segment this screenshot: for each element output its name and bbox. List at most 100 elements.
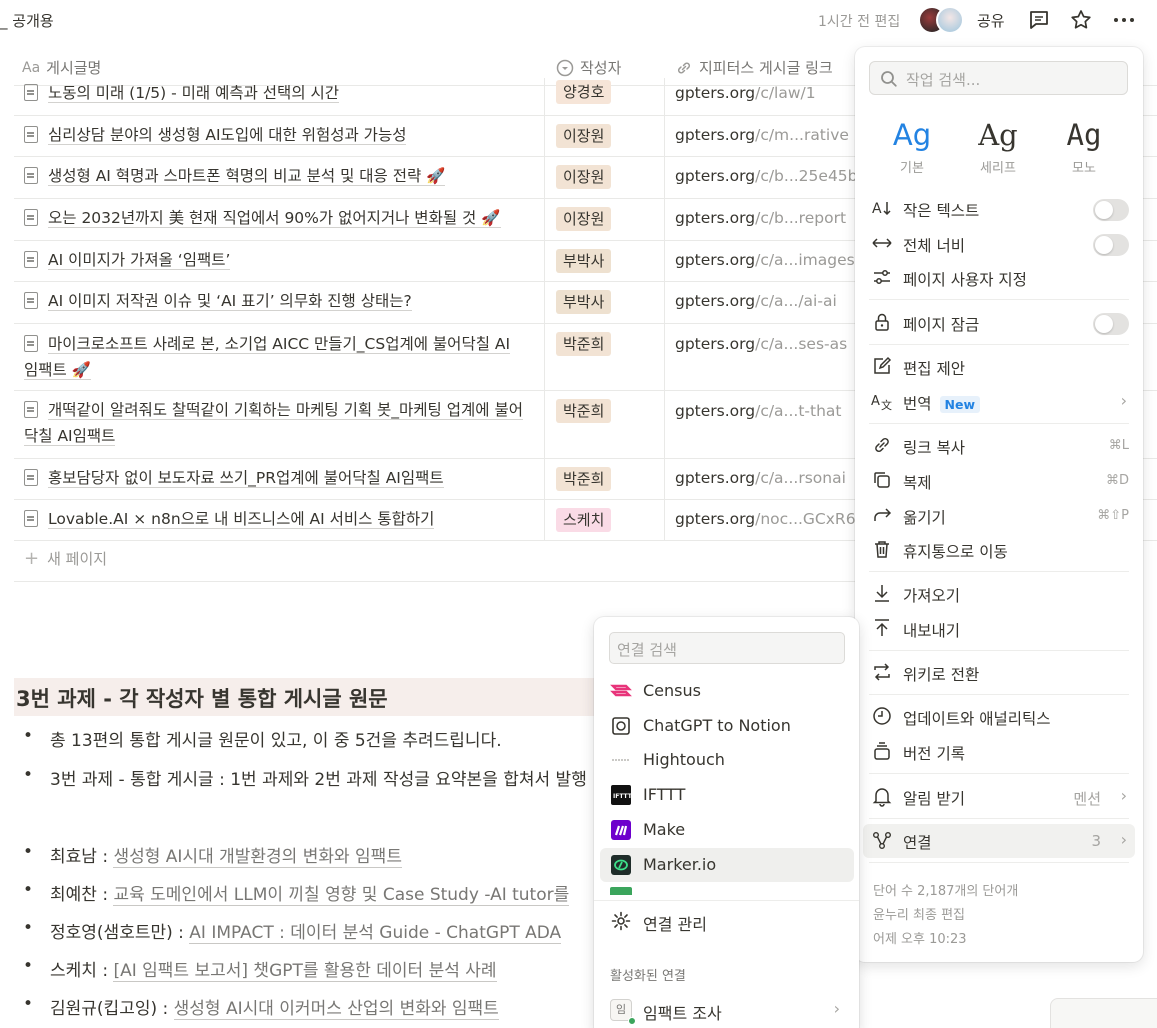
link-cell[interactable]: gpters.org/c/b...report	[675, 207, 846, 229]
translate-icon: A文	[871, 394, 892, 412]
lock-page-option[interactable]: 페이지 잠금	[863, 306, 1135, 340]
font-option-mono[interactable]: Ag 모노	[1049, 115, 1119, 176]
row-title[interactable]: 노동의 미래 (1/5) - 미래 예측과 선택의 시간	[24, 80, 542, 106]
post-link[interactable]: AI IMPACT : 데이터 분석 Guide - ChatGPT ADA	[189, 923, 562, 944]
author-tag[interactable]: 이장원	[556, 124, 612, 148]
suggest-edit-icon	[874, 356, 892, 374]
bullet-item[interactable]: 최예찬 : 교육 도메인에서 LLM이 끼칠 영향 및 Case Study -…	[23, 880, 570, 906]
duplicate-option[interactable]: 복제 ⌘D	[863, 464, 1135, 498]
font-option-default[interactable]: Ag 기본	[877, 115, 947, 176]
page-icon	[24, 251, 38, 268]
turn-into-wiki-option[interactable]: 위키로 전환	[863, 656, 1135, 690]
lock-page-toggle[interactable]	[1093, 313, 1129, 335]
bullet-item[interactable]: 정호영(샘호트만) : AI IMPACT : 데이터 분석 Guide - C…	[23, 918, 562, 944]
link-cell[interactable]: gpters.org/c/law/1	[675, 82, 816, 104]
move-option[interactable]: 옮기기 ⌘⇧P	[863, 499, 1135, 533]
row-title[interactable]: 오는 2032년까지 美 현재 직업에서 90%가 없어지거나 변화될 것 🚀	[24, 205, 542, 231]
new-page-button[interactable]: + 새 페이지	[24, 548, 107, 569]
svg-text:A: A	[872, 201, 882, 217]
full-width-option[interactable]: 전체 너비	[863, 227, 1135, 261]
row-title[interactable]: 개떡같이 알려줘도 찰떡같이 기획하는 마케팅 기획 봇_마케팅 업계에 불어 닥…	[24, 397, 542, 449]
manage-connections-button[interactable]: 연결 관리	[600, 904, 854, 938]
bullet-item[interactable]: 총 13편의 통합 게시글 원문이 있고, 이 중 5건을 추려드립니다.	[23, 726, 502, 751]
link-cell[interactable]: gpters.org/c/a...images	[675, 249, 855, 271]
author-tag[interactable]: 이장원	[556, 207, 612, 231]
sliders-icon	[874, 270, 890, 284]
author-tag[interactable]: 박준희	[556, 399, 612, 423]
star-icon[interactable]	[1069, 8, 1093, 32]
bullet-item[interactable]: 3번 과제 - 통합 게시글 : 1번 과제와 2번 과제 작성글 요약본을 합…	[23, 765, 587, 790]
connection-item-hightouch[interactable]: Hightouch	[600, 743, 854, 777]
ifttt-icon: IFTTT	[611, 785, 632, 805]
export-option[interactable]: 내보내기	[863, 612, 1135, 646]
link-cell[interactable]: gpters.org/c/m...rative	[675, 124, 849, 146]
connection-item-make[interactable]: Make	[600, 813, 854, 847]
row-title[interactable]: 홍보담당자 없이 보도자료 쓰기_PR업계에 불어닥칠 AI임팩트	[24, 465, 542, 491]
bullet-item[interactable]: 최효남 : 생성형 AI시대 개발환경의 변화와 임팩트	[23, 842, 402, 868]
link-cell[interactable]: gpters.org/c/a...ses-as	[675, 333, 847, 355]
row-title[interactable]: 심리상담 분야의 생성형 AI도입에 대한 위험성과 가능성	[24, 122, 542, 148]
translate-option[interactable]: A文 번역 New ›	[863, 385, 1135, 419]
row-title[interactable]: Lovable.AI × n8n으로 내 비즈니스에 AI 서비스 통합하기	[24, 506, 542, 532]
connections-option[interactable]: 연결 3 ›	[863, 824, 1135, 858]
chevron-right-icon: ›	[1120, 786, 1127, 805]
author-tag[interactable]: 부박사	[556, 290, 612, 314]
author-tag[interactable]: 부박사	[556, 249, 612, 273]
full-width-toggle[interactable]	[1093, 234, 1129, 256]
post-link[interactable]: 생성형 AI시대 이커머스 산업의 변화와 임팩트	[173, 999, 499, 1020]
updates-analytics-option[interactable]: 업데이트와 애널리틱스	[863, 700, 1135, 734]
row-title[interactable]: AI 이미지가 가져올 ‘임팩트’	[24, 247, 542, 273]
connection-item-ifttt[interactable]: IFTTT IFTTT	[600, 778, 854, 812]
author-tag[interactable]: 박준희	[556, 332, 612, 356]
version-history-option[interactable]: 버전 기록	[863, 735, 1135, 769]
connection-item-marker-io[interactable]: Marker.io	[600, 848, 854, 882]
row-title[interactable]: 마이크로소프트 사례로 본, 소기업 AICC 만들기_CS업계에 불어닥칠 A…	[24, 331, 542, 383]
link-cell[interactable]: gpters.org/noc...GCxR6	[675, 508, 856, 530]
share-button[interactable]: 공유	[977, 10, 1005, 31]
connection-item-chatgpt-to-notion[interactable]: ChatGPT to Notion	[600, 709, 854, 743]
column-header-title[interactable]: Aa 게시글명	[22, 57, 101, 78]
connection-search-input[interactable]: 연결 검색	[609, 632, 845, 664]
avatar[interactable]	[936, 6, 964, 34]
author-tag[interactable]: 박준희	[556, 467, 612, 491]
author-tag[interactable]: 양경호	[556, 80, 612, 104]
copy-link-option[interactable]: 링크 복사 ⌘L	[863, 429, 1135, 463]
import-option[interactable]: 가져오기	[863, 577, 1135, 611]
breadcrumb[interactable]: _ 공개용	[0, 10, 54, 31]
notifications-option[interactable]: 알림 받기 멘션 ›	[863, 780, 1135, 814]
help-widget[interactable]	[1050, 998, 1157, 1028]
connection-item-census[interactable]: Census	[600, 674, 854, 708]
column-header-author[interactable]: 작성자	[556, 57, 621, 78]
post-link[interactable]: 교육 도메인에서 LLM이 끼칠 영향 및 Case Study -AI tut…	[113, 885, 570, 906]
move-to-trash-option[interactable]: 휴지통으로 이동	[863, 533, 1135, 567]
comment-icon[interactable]	[1027, 8, 1051, 32]
more-icon[interactable]	[1112, 8, 1136, 32]
small-text-toggle[interactable]	[1093, 199, 1129, 221]
link-cell[interactable]: gpters.org/c/b...25e45b	[675, 165, 858, 187]
section-heading[interactable]: 3번 과제 - 각 작성자 별 통합 게시글 원문	[14, 678, 654, 716]
collaborator-avatars[interactable]	[918, 6, 966, 36]
active-connection-item[interactable]: 임 임팩트 조사 ›	[600, 993, 854, 1027]
small-text-option[interactable]: A 작은 텍스트	[863, 192, 1135, 226]
customize-page-option[interactable]: 페이지 사용자 지정	[863, 261, 1135, 295]
column-header-link[interactable]: 지피터스 게시글 링크	[675, 57, 833, 78]
post-link[interactable]: [AI 임팩트 보고서] 챗GPT를 활용한 데이터 분석 사례	[113, 961, 497, 982]
suggest-edits-option[interactable]: 편집 제안	[863, 350, 1135, 384]
font-option-serif[interactable]: Ag 세리프	[963, 115, 1033, 176]
post-link[interactable]: 생성형 AI시대 개발환경의 변화와 임팩트	[113, 847, 402, 868]
word-count: 단어 수 2,187개의 단어개	[873, 884, 1019, 899]
move-icon	[874, 508, 892, 521]
action-search-input[interactable]: 작업 검색...	[869, 61, 1128, 95]
bullet-item[interactable]: 스케치 : [AI 임팩트 보고서] 챗GPT를 활용한 데이터 분석 사례	[23, 956, 497, 982]
link-cell[interactable]: gpters.org/c/a...t-that	[675, 400, 842, 422]
import-icon	[875, 585, 889, 602]
duplicate-icon	[874, 472, 890, 488]
bullet-item[interactable]: 김원규(킵고잉) : 생성형 AI시대 이커머스 산업의 변화와 임팩트	[23, 994, 499, 1020]
author-tag[interactable]: 스케치	[556, 508, 612, 532]
row-title[interactable]: AI 이미지 저작권 이슈 및 ‘AI 표기’ 의무화 진행 상태는?	[24, 288, 542, 314]
link-cell[interactable]: gpters.org/c/a.../ai-ai	[675, 290, 837, 312]
search-icon	[881, 71, 897, 87]
link-cell[interactable]: gpters.org/c/a...rsonai	[675, 467, 846, 489]
author-tag[interactable]: 이장원	[556, 165, 612, 189]
row-title[interactable]: 생성형 AI 혁명과 스마트폰 혁명의 비교 분석 및 대응 전략 🚀	[24, 163, 542, 189]
